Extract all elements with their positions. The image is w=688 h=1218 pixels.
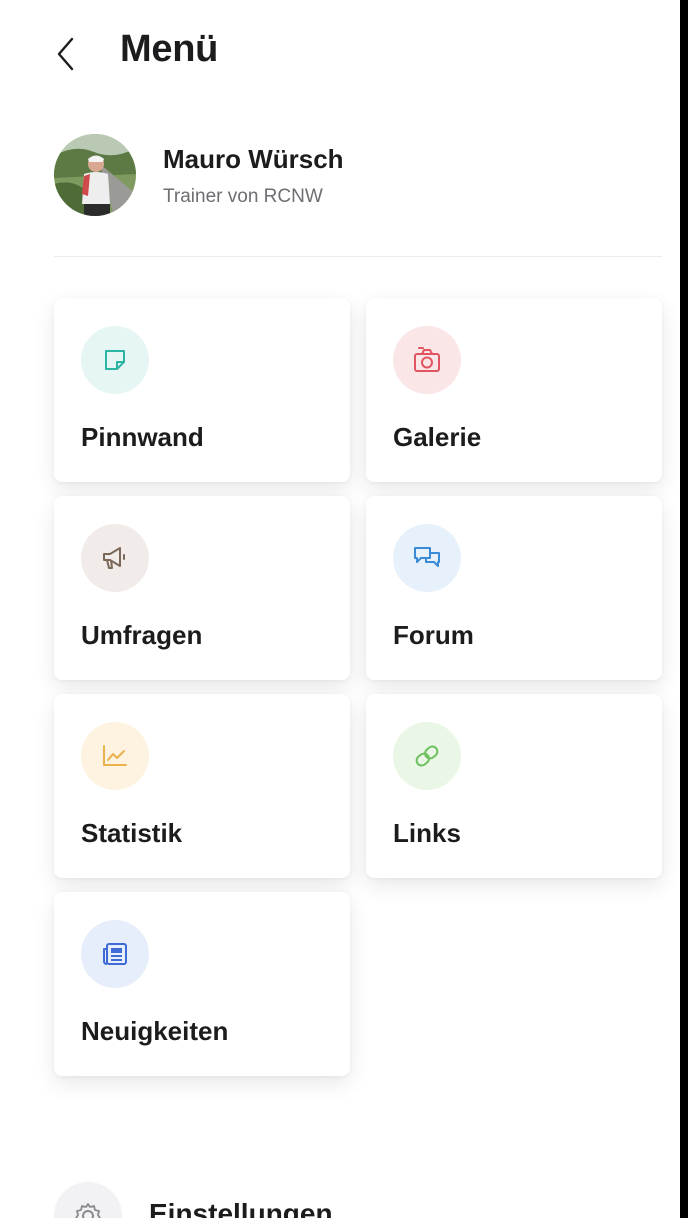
tile-label: Pinnwand <box>81 422 204 452</box>
tile-label: Galerie <box>393 422 482 452</box>
profile-role: Trainer von RCNW <box>163 186 323 207</box>
header: Menü <box>0 0 680 110</box>
tile-galerie[interactable]: Galerie <box>366 298 662 482</box>
megaphone-icon <box>103 547 125 569</box>
newspaper-icon <box>103 943 127 965</box>
tile-icon-circle <box>393 326 461 394</box>
avatar <box>54 134 136 216</box>
tile-icon-circle <box>393 524 461 592</box>
settings-icon-circle <box>54 1182 122 1218</box>
back-button[interactable] <box>50 34 82 74</box>
profile-name: Mauro Würsch <box>163 144 344 174</box>
settings-label: Einstellungen <box>149 1198 333 1218</box>
tile-label: Umfragen <box>81 620 203 650</box>
tile-neuigkeiten[interactable]: Neuigkeiten <box>54 892 350 1076</box>
tile-label: Forum <box>393 620 474 650</box>
line-chart-icon <box>103 745 127 766</box>
page-title: Menü <box>120 28 219 70</box>
tile-umfragen[interactable]: Umfragen <box>54 496 350 680</box>
gear-icon <box>75 1203 101 1218</box>
tile-statistik[interactable]: Statistik <box>54 694 350 878</box>
tile-forum[interactable]: Forum <box>366 496 662 680</box>
tile-label: Links <box>393 818 461 848</box>
camera-icon <box>414 347 440 372</box>
tile-pinnwand[interactable]: Pinnwand <box>54 298 350 482</box>
tile-label: Statistik <box>81 818 183 848</box>
tile-label: Neuigkeiten <box>81 1016 229 1046</box>
tile-links[interactable]: Links <box>366 694 662 878</box>
tile-icon-circle <box>393 722 461 790</box>
link-icon <box>415 745 439 767</box>
tile-icon-circle <box>81 722 149 790</box>
chevron-left-icon <box>57 37 74 71</box>
sticky-note-icon <box>105 350 125 370</box>
tile-icon-circle <box>81 524 149 592</box>
tile-icon-circle <box>81 326 149 394</box>
chat-bubbles-icon <box>414 547 440 567</box>
divider <box>54 256 662 257</box>
settings-item[interactable]: Einstellungen <box>54 1182 654 1218</box>
tile-icon-circle <box>81 920 149 988</box>
profile-card[interactable]: Mauro Würsch Trainer von RCNW <box>54 134 664 218</box>
menu-screen: Menü Mauro Würsch Trainer von RCNW Pinnw… <box>0 0 680 1218</box>
